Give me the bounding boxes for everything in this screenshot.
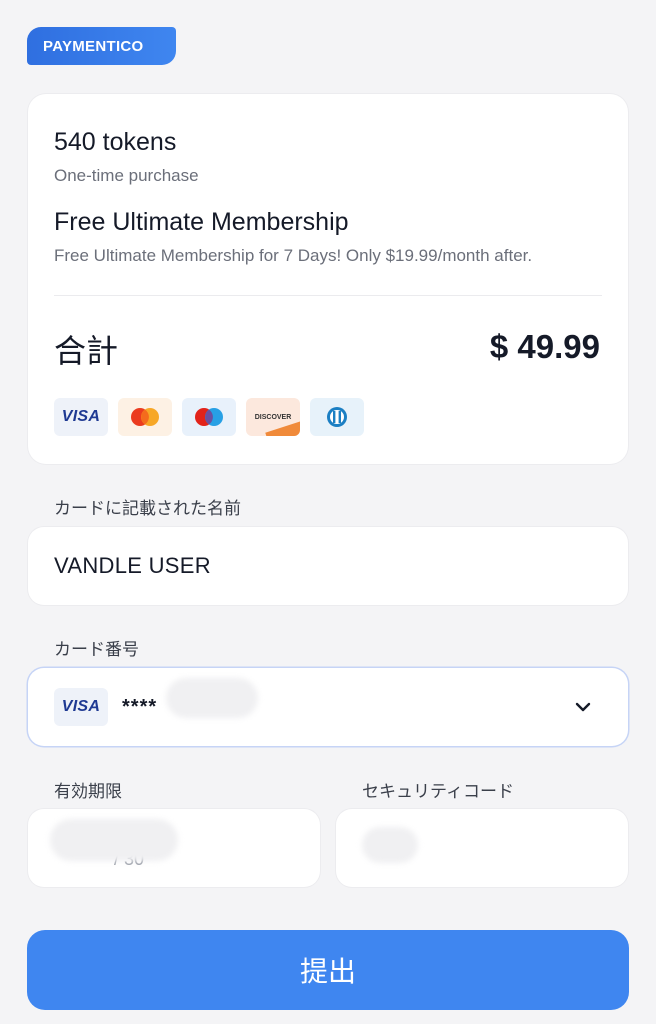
total-value: $ 49.99 (489, 328, 600, 365)
redaction-blur (362, 827, 418, 863)
discover-stripe (265, 420, 300, 436)
cardholder-name-input[interactable]: VANDLE USER (28, 527, 628, 605)
membership-subtitle: Free Ultimate Membership for 7 Days! Onl… (54, 246, 533, 265)
card-number-value: **** (122, 695, 158, 718)
diners-club-logo-icon (310, 398, 364, 436)
redaction-blur (50, 819, 178, 861)
security-code-input[interactable] (336, 809, 628, 887)
brand-logo: PAYMENTICO (27, 27, 176, 65)
maestro-logo-icon (182, 398, 236, 436)
discover-logo-icon: DISCOVER (246, 398, 300, 436)
brand-label: PAYMENTICO (43, 37, 144, 55)
card-number-label: カード番号 (54, 640, 139, 660)
membership-title: Free Ultimate Membership (54, 208, 349, 236)
expiry-label: 有効期限 (54, 782, 122, 802)
divider (54, 295, 602, 296)
accepted-cards: VISA DISCOVER (54, 398, 364, 436)
visa-logo-label: VISA (61, 408, 101, 425)
card-number-select[interactable]: VISA **** (28, 668, 628, 746)
product-subtitle: One-time purchase (54, 166, 199, 185)
submit-button[interactable]: 提出 (27, 930, 629, 1010)
cardholder-name-value: VANDLE USER (54, 553, 211, 578)
product-title: 540 tokens (54, 128, 177, 156)
name-label: カードに記載された名前 (54, 499, 241, 519)
visa-logo-icon: VISA (54, 398, 108, 436)
visa-logo-icon: VISA (54, 688, 108, 726)
redaction-blur (166, 678, 258, 718)
card-brand-label: VISA (61, 698, 101, 715)
chevron-down-icon[interactable] (572, 696, 594, 718)
order-summary-card: 540 tokens One-time purchase Free Ultima… (28, 94, 628, 464)
total-label: 合計 (54, 332, 119, 370)
discover-logo-label: DISCOVER (254, 413, 292, 421)
mastercard-logo-icon (118, 398, 172, 436)
cvc-label: セキュリティコード (362, 782, 514, 802)
expiry-input[interactable]: / 30 (28, 809, 320, 887)
